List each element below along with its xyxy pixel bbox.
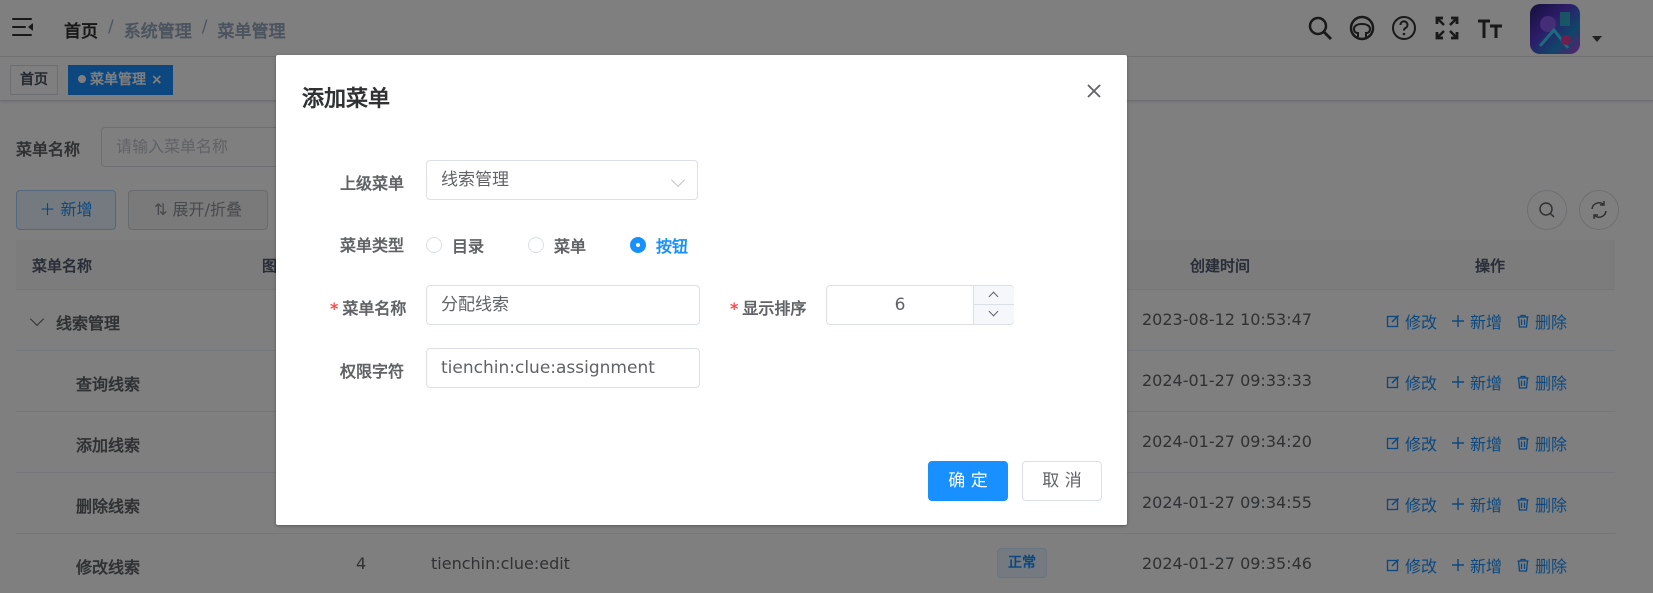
display-order-value[interactable]: 6 — [827, 286, 973, 324]
radio-menu[interactable]: 菜单 — [528, 233, 586, 257]
decrease-button[interactable] — [973, 305, 1014, 324]
close-icon[interactable] — [1084, 81, 1104, 101]
menu-name-label: * 菜单名称 — [330, 299, 407, 318]
display-order-label: * 显示排序 — [730, 299, 807, 318]
add-menu-dialog: 添加菜单 上级菜单 线索管理 菜单类型 目录 菜单 按钮 * 菜单名称 分配线索 … — [276, 55, 1127, 525]
radio-button[interactable]: 按钮 — [630, 233, 688, 257]
cancel-button[interactable]: 取 消 — [1022, 461, 1102, 501]
dialog-title: 添加菜单 — [302, 87, 391, 112]
chevron-down-icon — [988, 306, 999, 317]
parent-menu-select[interactable]: 线索管理 — [426, 160, 698, 200]
increase-button[interactable] — [973, 286, 1014, 305]
chevron-down-icon — [670, 172, 686, 188]
parent-menu-label: 上级菜单 — [340, 174, 405, 193]
confirm-button[interactable]: 确 定 — [928, 461, 1008, 501]
chevron-up-icon — [988, 291, 999, 302]
display-order-stepper[interactable]: 6 — [826, 285, 1014, 325]
menu-name-input[interactable]: 分配线索 — [426, 285, 700, 325]
radio-directory[interactable]: 目录 — [426, 233, 484, 257]
menu-type-label: 菜单类型 — [340, 236, 405, 255]
permission-label: 权限字符 — [340, 362, 405, 381]
permission-input[interactable]: tienchin:clue:assignment — [426, 348, 700, 388]
